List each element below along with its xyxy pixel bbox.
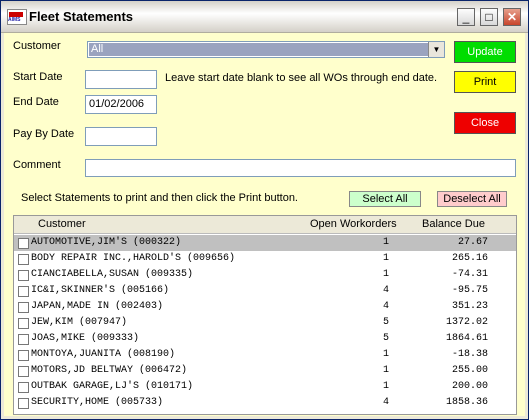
statements-table: Customer Open Workorders Balance Due AUT… <box>13 215 517 415</box>
customer-dropdown[interactable]: All ▼ <box>87 41 445 58</box>
row-open-workorders: 1 <box>382 381 389 392</box>
window-title: Fleet Statements <box>29 9 134 24</box>
row-checkbox[interactable] <box>18 286 29 297</box>
customer-label: Customer <box>13 40 61 52</box>
row-checkbox[interactable] <box>18 334 29 345</box>
table-row[interactable]: JAPAN,MADE IN (002403) 4 351.23 <box>14 299 516 315</box>
row-open-workorders: 4 <box>382 285 389 296</box>
row-customer: JAPAN,MADE IN (002403) <box>31 301 164 312</box>
comment-input[interactable] <box>85 159 516 177</box>
row-customer: CIANCIABELLA,SUSAN (009335) <box>31 269 194 280</box>
row-customer: SECURITY,HOME (005733) <box>31 397 164 408</box>
column-header-open-workorders[interactable]: Open Workorders <box>310 218 397 230</box>
row-open-workorders: 1 <box>382 365 389 376</box>
row-customer: JOAS,MIKE (009333) <box>31 333 140 344</box>
row-customer: IC&I,SKINNER'S (005166) <box>31 285 170 296</box>
start-date-input[interactable] <box>85 70 157 89</box>
row-balance-due: 265.16 <box>451 253 488 264</box>
column-header-balance-due[interactable]: Balance Due <box>422 218 485 230</box>
row-open-workorders: 5 <box>382 333 389 344</box>
instructions-text: Select Statements to print and then clic… <box>21 192 298 204</box>
fleet-statements-window: AIMS Fleet Statements _ □ ✕ Customer All… <box>0 0 529 420</box>
table-row[interactable]: JOAS,MIKE (009333) 5 1864.61 <box>14 331 516 347</box>
select-all-button[interactable]: Select All <box>349 191 421 207</box>
print-button[interactable]: Print <box>454 71 516 93</box>
column-header-customer[interactable]: Customer <box>38 218 86 230</box>
minimize-button[interactable]: _ <box>457 8 475 26</box>
row-customer: OUTBAK GARAGE,LJ'S (010171) <box>31 381 194 392</box>
comment-label: Comment <box>13 159 61 171</box>
row-open-workorders: 5 <box>382 317 389 328</box>
row-balance-due: 1858.36 <box>445 397 488 408</box>
close-window-button[interactable]: ✕ <box>503 8 521 26</box>
row-checkbox[interactable] <box>18 254 29 265</box>
row-open-workorders: 1 <box>382 253 389 264</box>
row-open-workorders: 4 <box>382 301 389 312</box>
pay-by-date-label: Pay By Date <box>13 128 75 140</box>
maximize-button[interactable]: □ <box>480 8 498 26</box>
update-button[interactable]: Update <box>454 41 516 63</box>
table-row[interactable]: JEW,KIM (007947) 5 1372.02 <box>14 315 516 331</box>
row-customer: MONTOYA,JUANITA (008190) <box>31 349 176 360</box>
app-logo-icon: AIMS <box>7 9 27 25</box>
row-open-workorders: 1 <box>382 269 389 280</box>
deselect-all-button[interactable]: Deselect All <box>437 191 507 207</box>
row-checkbox[interactable] <box>18 382 29 393</box>
table-header: Customer Open Workorders Balance Due <box>14 216 516 234</box>
row-balance-due: 27.67 <box>457 237 488 248</box>
title-bar[interactable]: AIMS Fleet Statements _ □ ✕ <box>1 1 528 33</box>
close-button[interactable]: Close <box>454 112 516 134</box>
row-checkbox[interactable] <box>18 318 29 329</box>
row-balance-due: 351.23 <box>451 301 488 312</box>
pay-by-date-input[interactable] <box>85 127 157 146</box>
row-balance-due: 255.00 <box>451 365 488 376</box>
row-checkbox[interactable] <box>18 270 29 281</box>
end-date-input[interactable]: 01/02/2006 <box>85 95 157 114</box>
row-customer: AUTOMOTIVE,JIM'S (000322) <box>31 237 182 248</box>
table-row[interactable]: BODY REPAIR INC.,HAROLD'S (009656) 1 265.1… <box>14 251 516 267</box>
table-row[interactable]: CIANCIABELLA,SUSAN (009335) 1 -74.31 <box>14 267 516 283</box>
table-row[interactable]: OUTBAK GARAGE,LJ'S (010171) 1 200.00 <box>14 379 516 395</box>
row-customer: BODY REPAIR INC.,HAROLD'S (009656) <box>31 253 236 264</box>
row-balance-due: -74.31 <box>451 269 488 280</box>
table-row[interactable]: MOTORS,JD BELTWAY (006472) 1 255.00 <box>14 363 516 379</box>
row-balance-due: 1372.02 <box>445 317 488 328</box>
form-area: Customer All ▼ Start Date Leave start da… <box>4 33 525 416</box>
start-date-hint: Leave start date blank to see all WOs th… <box>165 72 438 84</box>
row-balance-due: -18.38 <box>451 349 488 360</box>
end-date-label: End Date <box>13 96 59 108</box>
row-checkbox[interactable] <box>18 398 29 409</box>
row-balance-due: 1864.61 <box>445 333 488 344</box>
row-checkbox[interactable] <box>18 350 29 361</box>
table-row[interactable]: SECURITY,HOME (005733) 4 1858.36 <box>14 395 516 411</box>
start-date-label: Start Date <box>13 71 63 83</box>
row-open-workorders: 4 <box>382 397 389 408</box>
row-customer: JEW,KIM (007947) <box>31 317 128 328</box>
row-checkbox[interactable] <box>18 302 29 313</box>
table-row[interactable]: AUTOMOTIVE,JIM'S (000322) 1 27.67 <box>14 235 516 251</box>
row-open-workorders: 1 <box>382 349 389 360</box>
chevron-down-icon[interactable]: ▼ <box>428 42 444 57</box>
row-open-workorders: 1 <box>382 237 389 248</box>
row-balance-due: 200.00 <box>451 381 488 392</box>
row-checkbox[interactable] <box>18 238 29 249</box>
customer-selected-value: All <box>89 43 428 56</box>
table-row[interactable]: MONTOYA,JUANITA (008190) 1 -18.38 <box>14 347 516 363</box>
row-customer: MOTORS,JD BELTWAY (006472) <box>31 365 188 376</box>
table-row[interactable]: IC&I,SKINNER'S (005166) 4 -95.75 <box>14 283 516 299</box>
row-balance-due: -95.75 <box>451 285 488 296</box>
row-checkbox[interactable] <box>18 366 29 377</box>
